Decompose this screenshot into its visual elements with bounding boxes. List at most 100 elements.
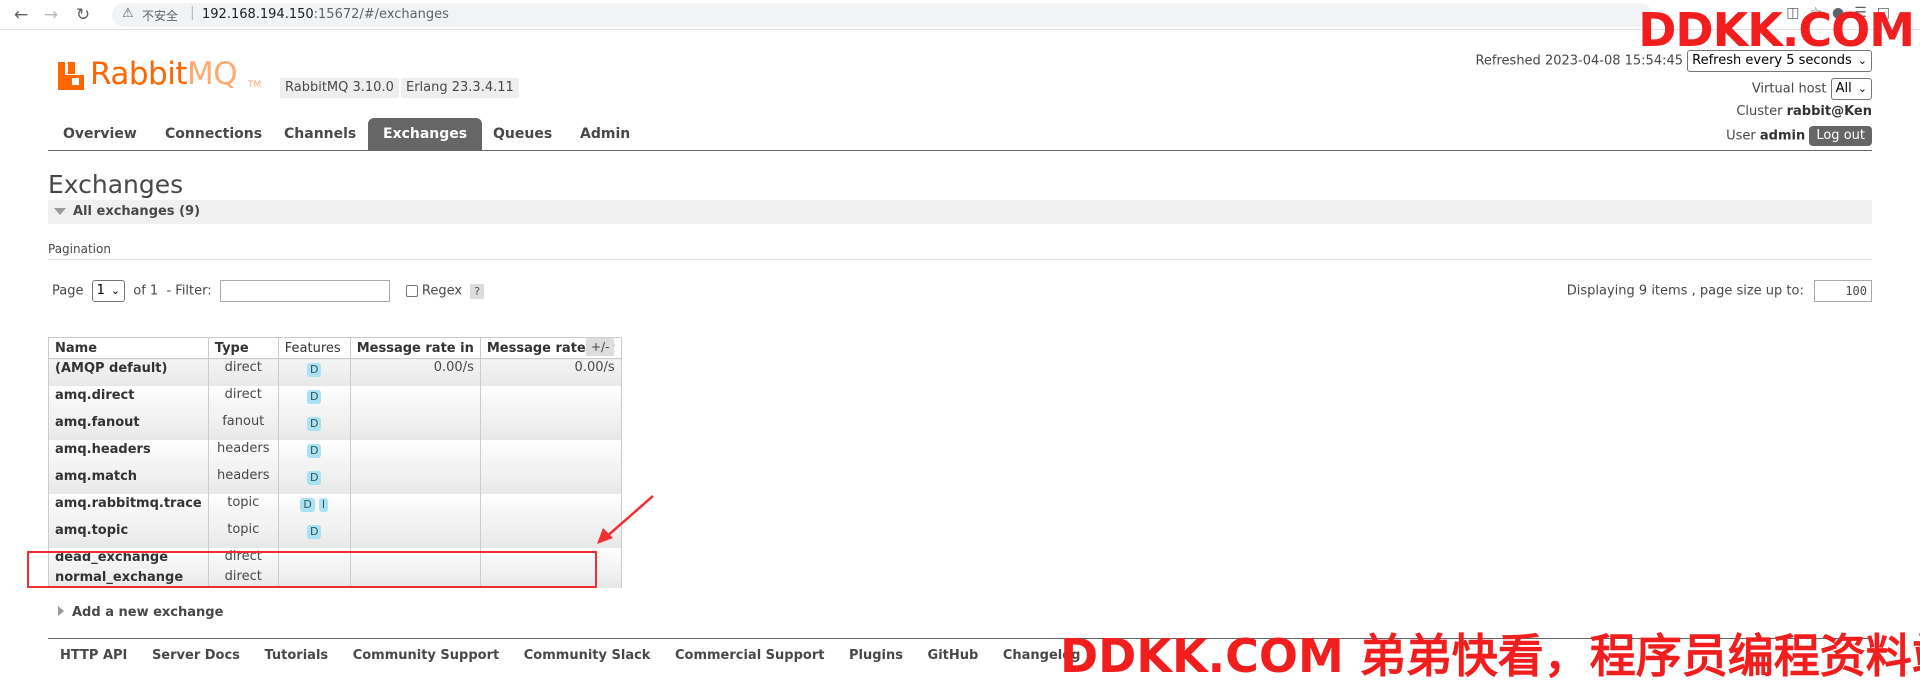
tab-exchanges[interactable]: Exchanges (368, 118, 483, 151)
exchange-type: headers (207, 466, 279, 494)
table-row[interactable]: (AMQP default) direct D 0.00/s 0.00/s (48, 358, 622, 386)
column-header-name[interactable]: Name (48, 337, 209, 359)
column-header-rate-in: Message rate in (349, 337, 481, 359)
reload-icon[interactable]: ↻ (72, 4, 94, 26)
virtual-host-value: All (1835, 81, 1852, 96)
exchange-features: D (277, 520, 351, 548)
message-rate-in (349, 439, 481, 467)
page-select[interactable]: 1 ⌄ (91, 280, 126, 302)
column-header-type[interactable]: Type (207, 337, 279, 359)
exchange-name-link[interactable]: (AMQP default) (48, 358, 209, 386)
tab-admin[interactable]: Admin (580, 126, 630, 142)
footer-link-community-slack[interactable]: Community Slack (524, 648, 651, 663)
exchange-features: D (277, 385, 351, 413)
tab-overview[interactable]: Overview (63, 126, 137, 142)
feature-badge: D (300, 497, 315, 512)
warning-icon: ⚠ (122, 6, 134, 21)
exchange-name-link[interactable]: amq.match (48, 466, 209, 494)
address-separator: | (190, 5, 195, 21)
tab-connections[interactable]: Connections (165, 126, 262, 142)
back-arrow-icon[interactable]: ← (10, 4, 32, 26)
message-rate-out (479, 412, 622, 440)
exchange-name-link[interactable]: amq.fanout (48, 412, 209, 440)
cluster-label: Cluster (1736, 104, 1783, 119)
footer-link-plugins[interactable]: Plugins (849, 648, 903, 663)
message-rate-out: 0.00/s (479, 358, 622, 386)
url-path: :15672/#/exchanges (313, 7, 449, 22)
regex-label: Regex (421, 283, 463, 299)
virtual-host-label: Virtual host (1751, 81, 1827, 97)
virtual-host-select[interactable]: All ⌄ (1830, 78, 1872, 100)
regex-checkbox[interactable] (405, 285, 418, 297)
logo-trademark: TM (248, 80, 262, 90)
refresh-interval-select[interactable]: Refresh every 5 seconds ⌄ (1687, 50, 1872, 72)
feature-badge: D (307, 524, 322, 539)
feature-badge: D (307, 363, 322, 377)
exchange-features: D (277, 412, 351, 440)
page-title: Exchanges (48, 170, 184, 199)
feature-badge: D (307, 389, 322, 404)
add-new-exchange-toggle[interactable]: Add a new exchange (58, 605, 223, 620)
chevron-down-icon: ⌄ (1857, 54, 1867, 67)
table-row[interactable]: amq.match headers D (48, 466, 622, 494)
forward-arrow-icon[interactable]: → (40, 4, 62, 26)
regex-help-button[interactable]: ? (470, 283, 485, 299)
exchange-type: topic (207, 520, 279, 548)
exchange-features: D (277, 439, 351, 467)
refresh-info: Refreshed 2023-04-08 15:54:45 Refresh ev… (1475, 50, 1872, 72)
footer-link-commercial-support[interactable]: Commercial Support (675, 648, 825, 663)
page-label: Page (52, 283, 84, 299)
display-info: Displaying 9 items , page size up to: 10… (1567, 280, 1872, 302)
footer-link-server-docs[interactable]: Server Docs (152, 648, 240, 663)
table-header-row: Name Type Features Message rate in Messa… (48, 337, 622, 359)
table-row[interactable]: amq.topic topic D (48, 520, 622, 548)
page-select-value: 1 (96, 283, 105, 298)
feature-badge: D (307, 470, 322, 485)
footer-links: HTTP API Server Docs Tutorials Community… (60, 648, 1100, 663)
footer-link-http-api[interactable]: HTTP API (60, 648, 127, 663)
pagination-divider (48, 259, 1872, 260)
exchange-type: headers (207, 439, 279, 467)
page-size-input[interactable]: 100 (1814, 280, 1872, 302)
pager-controls: Page 1 ⌄ of 1 - Filter: Regex ? (52, 280, 485, 302)
feature-badge: D (307, 443, 322, 458)
message-rate-out (479, 466, 622, 494)
tab-queues[interactable]: Queues (493, 126, 552, 142)
message-rate-in (349, 493, 481, 521)
exchange-name-link[interactable]: amq.direct (48, 385, 209, 413)
columns-toggle-button[interactable]: +/- (586, 338, 615, 356)
message-rate-out (479, 439, 622, 467)
table-row[interactable]: amq.fanout fanout D (48, 412, 622, 440)
address-bar[interactable]: ⚠ 不安全 | 192.168.194.150:15672/#/exchange… (112, 3, 1652, 27)
exchange-features: D (277, 358, 351, 386)
message-rate-out (479, 385, 622, 413)
logo-text-mq: MQ (186, 56, 238, 92)
logo-text-rabbit: Rabbit (90, 56, 187, 92)
message-rate-in (349, 466, 481, 494)
tab-channels[interactable]: Channels (284, 126, 356, 142)
exchange-name-link[interactable]: amq.rabbitmq.trace (48, 493, 209, 521)
table-row[interactable]: amq.rabbitmq.trace topic D I (48, 493, 622, 521)
footer-link-tutorials[interactable]: Tutorials (264, 648, 328, 663)
message-rate-in (349, 520, 481, 548)
table-row[interactable]: amq.direct direct D (48, 385, 622, 413)
footer-link-community-support[interactable]: Community Support (353, 648, 500, 663)
rabbitmq-logo-icon (58, 62, 84, 90)
filter-input[interactable] (219, 280, 390, 302)
chevron-down-icon: ⌄ (1857, 82, 1867, 95)
refreshed-label: Refreshed 2023-04-08 15:54:45 (1475, 53, 1684, 69)
all-exchanges-section-toggle[interactable]: All exchanges (9) (48, 200, 1872, 224)
watermark-bottom: DDKK.COM 弟弟快看，程序员编程资料站 (1060, 629, 1920, 683)
address-url: 192.168.194.150:15672/#/exchanges (202, 7, 449, 22)
url-host: 192.168.194.150 (202, 7, 314, 22)
exchange-type: topic (207, 493, 279, 521)
table-row[interactable]: amq.headers headers D (48, 439, 622, 467)
footer-link-github[interactable]: GitHub (928, 648, 979, 663)
exchange-name-link[interactable]: amq.headers (48, 439, 209, 467)
exchange-name-link[interactable]: amq.topic (48, 520, 209, 548)
cluster-value: rabbit@Ken (1786, 104, 1872, 119)
displaying-label: Displaying 9 items , page size up to: (1566, 283, 1804, 299)
chevron-down-icon: ⌄ (110, 284, 121, 297)
exchange-type: direct (207, 385, 279, 413)
filter-label: - Filter: (166, 283, 212, 299)
